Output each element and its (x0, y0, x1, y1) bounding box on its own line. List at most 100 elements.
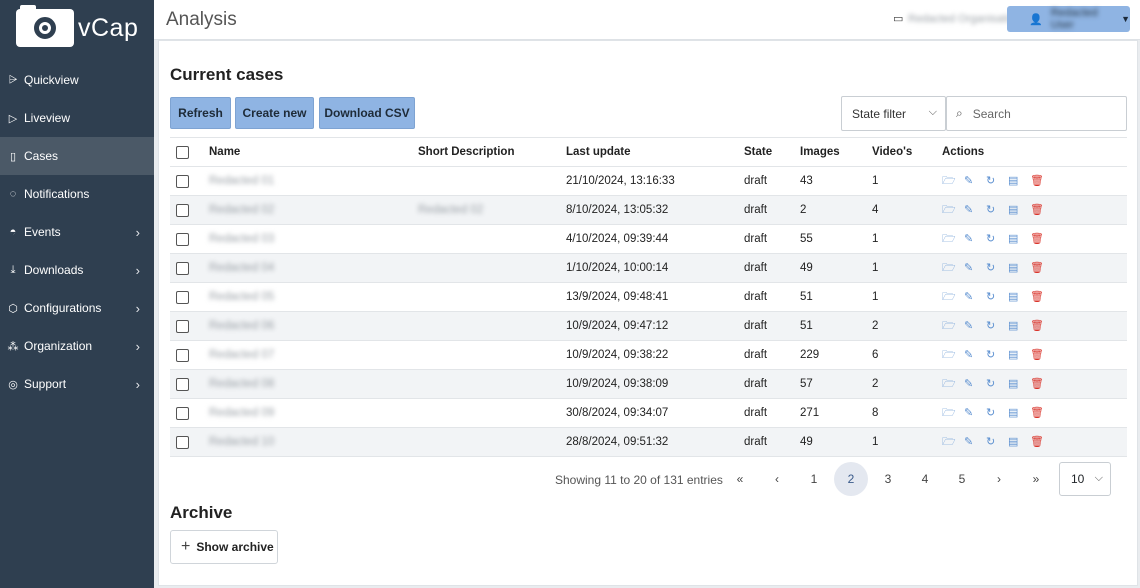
page-button-1[interactable]: 1 (797, 462, 831, 496)
row-checkbox[interactable] (176, 261, 189, 275)
archive-icon[interactable]: ▤ (1008, 203, 1030, 216)
case-name[interactable]: Redacted 05 (209, 291, 274, 303)
row-checkbox[interactable] (176, 319, 189, 333)
case-name[interactable]: Redacted 03 (209, 233, 274, 245)
sidebar-item-support[interactable]: ◎ Support › (0, 365, 154, 403)
archive-icon[interactable]: ▤ (1008, 232, 1030, 245)
table-row[interactable]: Redacted 05 13/9/2024, 09:48:41 draft 51 1 🗁 ✎… (170, 282, 1127, 312)
refresh-icon[interactable]: ↻ (986, 348, 1008, 361)
refresh-icon[interactable]: ↻ (986, 203, 1008, 216)
table-row[interactable]: Redacted 07 10/9/2024, 09:38:22 draft 229 6 🗁… (170, 340, 1127, 370)
table-row[interactable]: Redacted 01 21/10/2024, 13:16:33 draft 43 1 🗁… (170, 166, 1127, 196)
open-folder-icon[interactable]: 🗁 (942, 404, 964, 423)
refresh-icon[interactable]: ↻ (986, 377, 1008, 390)
row-checkbox[interactable] (176, 174, 189, 188)
case-name[interactable]: Redacted 01 (209, 175, 274, 187)
col-images[interactable]: Images (800, 137, 872, 167)
delete-icon[interactable]: 🗑 (1030, 319, 1052, 332)
open-folder-icon[interactable]: 🗁 (942, 259, 964, 278)
col-state[interactable]: State (744, 137, 800, 167)
col-name[interactable]: Name (209, 137, 418, 167)
row-checkbox[interactable] (176, 232, 189, 246)
table-row[interactable]: Redacted 06 10/9/2024, 09:47:12 draft 51 2 🗁 ✎… (170, 311, 1127, 341)
delete-icon[interactable]: 🗑 (1030, 377, 1052, 390)
table-row[interactable]: Redacted 09 30/8/2024, 09:34:07 draft 271 8 🗁… (170, 398, 1127, 428)
page-size-select[interactable]: 10 ⌵ (1059, 462, 1111, 496)
edit-icon[interactable]: ✎ (964, 435, 986, 448)
sidebar-item-configurations[interactable]: ⬡ Configurations › (0, 289, 154, 327)
refresh-button[interactable]: Refresh (170, 97, 231, 129)
page-button-4[interactable]: 4 (908, 462, 942, 496)
sidebar-item-liveview[interactable]: ▷ Liveview (0, 99, 154, 137)
archive-icon[interactable]: ▤ (1008, 348, 1030, 361)
archive-icon[interactable]: ▤ (1008, 435, 1030, 448)
create-new-button[interactable]: Create new (235, 97, 314, 129)
edit-icon[interactable]: ✎ (964, 203, 986, 216)
edit-icon[interactable]: ✎ (964, 319, 986, 332)
sidebar-item-quickview[interactable]: ⩥ Quickview (0, 61, 154, 99)
archive-icon[interactable]: ▤ (1008, 406, 1030, 419)
delete-icon[interactable]: 🗑 (1030, 290, 1052, 303)
case-name[interactable]: Redacted 09 (209, 407, 274, 419)
case-name[interactable]: Redacted 07 (209, 349, 274, 361)
edit-icon[interactable]: ✎ (964, 377, 986, 390)
case-name[interactable]: Redacted 04 (209, 262, 274, 274)
edit-icon[interactable]: ✎ (964, 290, 986, 303)
sidebar-item-organization[interactable]: ⁂ Organization › (0, 327, 154, 365)
archive-icon[interactable]: ▤ (1008, 319, 1030, 332)
open-folder-icon[interactable]: 🗁 (942, 230, 964, 249)
delete-icon[interactable]: 🗑 (1030, 203, 1052, 216)
archive-icon[interactable]: ▤ (1008, 377, 1030, 390)
edit-icon[interactable]: ✎ (964, 406, 986, 419)
col-last-update[interactable]: Last update (566, 137, 744, 167)
case-name[interactable]: Redacted 02 (209, 204, 274, 216)
refresh-icon[interactable]: ↻ (986, 261, 1008, 274)
archive-icon[interactable]: ▤ (1008, 174, 1030, 187)
refresh-icon[interactable]: ↻ (986, 435, 1008, 448)
archive-icon[interactable]: ▤ (1008, 261, 1030, 274)
show-archive-button[interactable]: + Show archive (170, 530, 278, 564)
table-row[interactable]: Redacted 04 1/10/2024, 10:00:14 draft 49 1 🗁 ✎… (170, 253, 1127, 283)
row-checkbox[interactable] (176, 406, 189, 420)
col-short-description[interactable]: Short Description (418, 137, 566, 167)
user-menu-button[interactable]: 👤 Redacted User ▼ (1007, 6, 1130, 32)
sidebar-item-notifications[interactable]: ◌ Notifications (0, 175, 154, 213)
edit-icon[interactable]: ✎ (964, 232, 986, 245)
row-checkbox[interactable] (176, 203, 189, 217)
edit-icon[interactable]: ✎ (964, 174, 986, 187)
sidebar-item-downloads[interactable]: ⤓ Downloads › (0, 251, 154, 289)
delete-icon[interactable]: 🗑 (1030, 174, 1052, 187)
open-folder-icon[interactable]: 🗁 (942, 346, 964, 365)
app-logo[interactable]: vCap (16, 5, 146, 48)
open-folder-icon[interactable]: 🗁 (942, 172, 964, 191)
first-page-button[interactable]: « (723, 462, 757, 496)
delete-icon[interactable]: 🗑 (1030, 232, 1052, 245)
case-name[interactable]: Redacted 10 (209, 436, 274, 448)
delete-icon[interactable]: 🗑 (1030, 348, 1052, 361)
table-row[interactable]: Redacted 10 28/8/2024, 09:51:32 draft 49 1 🗁 ✎… (170, 427, 1127, 457)
page-button-5[interactable]: 5 (945, 462, 979, 496)
row-checkbox[interactable] (176, 435, 189, 449)
table-row[interactable]: Redacted 02 Redacted 02 8/10/2024, 13:05:3… (170, 195, 1127, 225)
search-input[interactable] (972, 106, 1113, 121)
row-checkbox[interactable] (176, 290, 189, 304)
edit-icon[interactable]: ✎ (964, 348, 986, 361)
page-button-3[interactable]: 3 (871, 462, 905, 496)
sidebar-item-cases[interactable]: ▯ Cases (0, 137, 154, 175)
open-folder-icon[interactable]: 🗁 (942, 317, 964, 336)
delete-icon[interactable]: 🗑 (1030, 406, 1052, 419)
page-button-2[interactable]: 2 (834, 462, 868, 496)
archive-icon[interactable]: ▤ (1008, 290, 1030, 303)
refresh-icon[interactable]: ↻ (986, 406, 1008, 419)
refresh-icon[interactable]: ↻ (986, 290, 1008, 303)
case-name[interactable]: Redacted 06 (209, 320, 274, 332)
open-folder-icon[interactable]: 🗁 (942, 375, 964, 394)
delete-icon[interactable]: 🗑 (1030, 261, 1052, 274)
row-checkbox[interactable] (176, 348, 189, 362)
col-videos[interactable]: Video's (872, 137, 942, 167)
delete-icon[interactable]: 🗑 (1030, 435, 1052, 448)
table-row[interactable]: Redacted 03 4/10/2024, 09:39:44 draft 55 1 🗁 ✎… (170, 224, 1127, 254)
row-checkbox[interactable] (176, 377, 189, 391)
next-page-button[interactable]: › (982, 462, 1016, 496)
open-folder-icon[interactable]: 🗁 (942, 288, 964, 307)
